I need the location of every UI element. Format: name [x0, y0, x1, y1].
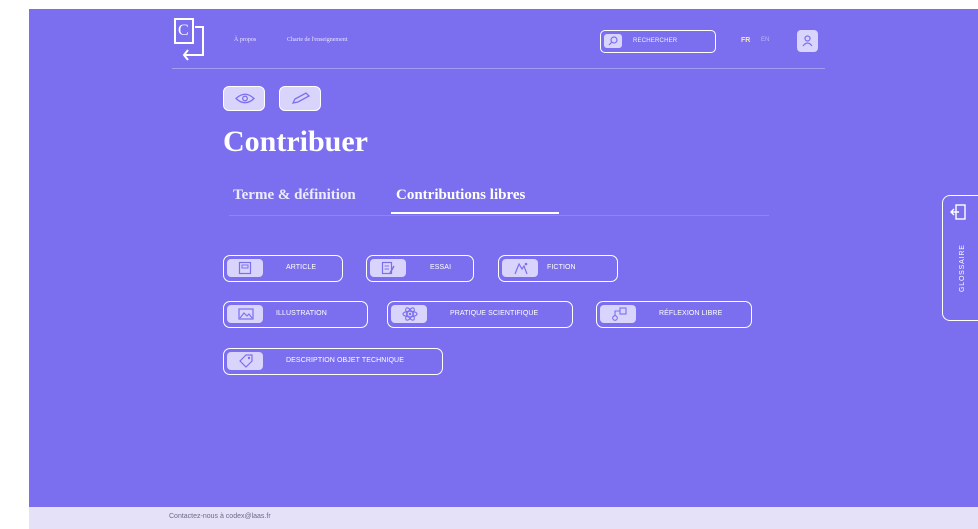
logo-letter: C: [178, 22, 189, 39]
pencil-icon: [291, 92, 311, 104]
page-title: Contribuer: [223, 125, 368, 158]
eye-icon: [235, 93, 255, 104]
view-mode-button[interactable]: [223, 86, 265, 111]
contribution-label: RÉFLEXION LIBRE: [659, 310, 723, 317]
reflection-icon: [600, 305, 636, 323]
search-label: RECHERCHER: [633, 38, 678, 44]
tab-terme-definition[interactable]: Terme & définition: [233, 187, 356, 204]
footer: Contactez-nous à codex@laas.fr: [29, 507, 978, 529]
contribution-description-objet-technique-button[interactable]: DESCRIPTION OBJET TECHNIQUE: [223, 348, 443, 375]
article-icon: [227, 259, 263, 277]
contribution-pratique-scientifique-button[interactable]: PRATIQUE SCIENTIFIQUE: [387, 301, 573, 328]
glossary-label: GLOSSAIRE: [959, 244, 966, 292]
tab-contributions-libres[interactable]: Contributions libres: [396, 187, 525, 204]
header-divider: [172, 68, 825, 69]
contribution-label: FICTION: [547, 264, 576, 271]
search-icon: [604, 34, 622, 48]
contribution-label: ARTICLE: [286, 264, 317, 271]
edit-mode-button[interactable]: [279, 86, 321, 111]
contribution-essai-button[interactable]: ESSAI: [366, 255, 474, 282]
contribution-illustration-button[interactable]: ILLUSTRATION: [223, 301, 368, 328]
user-icon: [802, 35, 813, 47]
image-icon: [227, 305, 263, 323]
footer-contact[interactable]: Contactez-nous à codex@laas.fr: [169, 513, 271, 520]
panel-open-icon: [950, 204, 966, 220]
tag-icon: [227, 352, 263, 370]
contribution-fiction-button[interactable]: FICTION: [498, 255, 618, 282]
lang-en[interactable]: EN: [761, 37, 769, 43]
page: C À propos Charte de l'enseignement RECH…: [29, 9, 978, 529]
user-button[interactable]: [797, 30, 818, 52]
contribution-label: PRATIQUE SCIENTIFIQUE: [450, 310, 539, 317]
contribution-label: ILLUSTRATION: [276, 310, 327, 317]
essay-icon: [370, 259, 406, 277]
logo[interactable]: C: [172, 17, 206, 63]
nav-about[interactable]: À propos: [234, 37, 256, 43]
contribution-label: DESCRIPTION OBJET TECHNIQUE: [286, 357, 404, 364]
fiction-icon: [502, 259, 538, 277]
contribution-label: ESSAI: [430, 264, 452, 271]
active-tab-indicator: [391, 212, 559, 214]
contribution-reflexion-libre-button[interactable]: RÉFLEXION LIBRE: [596, 301, 752, 328]
tabs-divider: [229, 215, 769, 216]
glossary-tab[interactable]: GLOSSAIRE: [942, 195, 978, 321]
contribution-article-button[interactable]: ARTICLE: [223, 255, 343, 282]
lang-fr[interactable]: FR: [741, 37, 750, 44]
nav-charter[interactable]: Charte de l'enseignement: [287, 37, 347, 43]
atom-icon: [391, 305, 427, 323]
search-button[interactable]: RECHERCHER: [600, 30, 716, 53]
